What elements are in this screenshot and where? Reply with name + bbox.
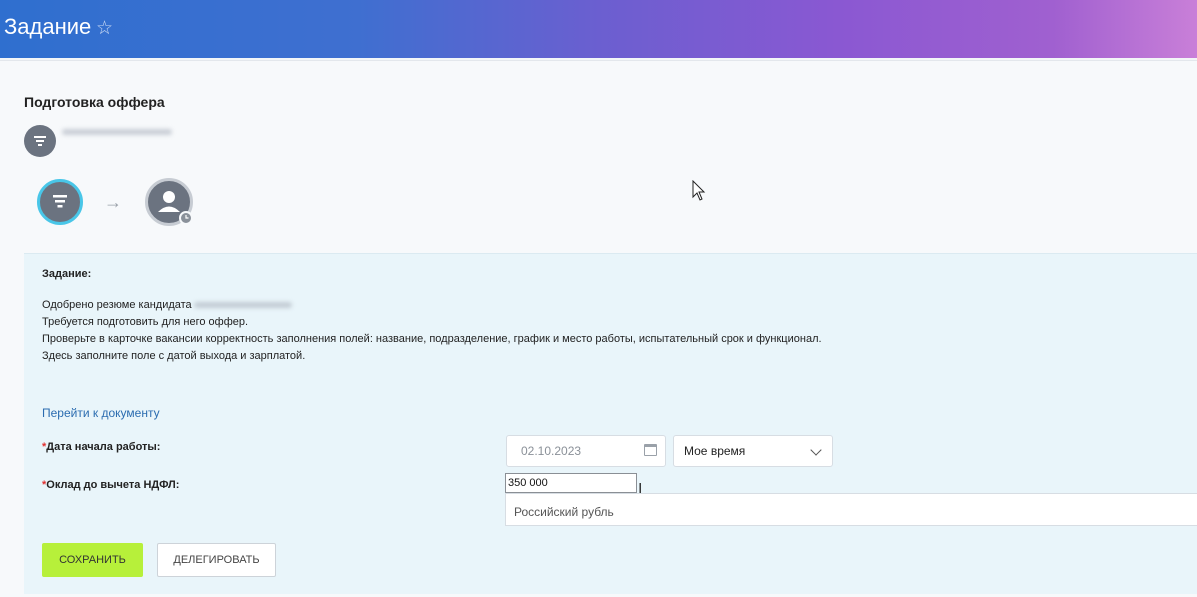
save-button[interactable]: СОХРАНИТЬ (42, 543, 143, 577)
workflow-step-active[interactable] (37, 179, 83, 225)
task-label: Задание: (42, 268, 92, 280)
salary-label: *Оклад до вычета НДФЛ: (42, 479, 179, 491)
go-to-document-link[interactable]: Перейти к документу (42, 406, 160, 420)
timezone-select[interactable]: Мое время (673, 435, 833, 467)
start-date-label-text: Дата начала работы: (46, 441, 161, 453)
start-date-input[interactable]: 02.10.2023 (506, 435, 666, 467)
salary-input[interactable]: 350 000 (505, 473, 637, 493)
currency-field[interactable]: Российский рубль (505, 493, 1197, 526)
task-title: Подготовка оффера (24, 94, 165, 110)
mouse-pointer-icon (692, 180, 706, 201)
calendar-icon[interactable] (644, 444, 657, 456)
task-line-1: Одобрено резюме кандидата (42, 297, 822, 314)
filter-list-icon (24, 125, 56, 157)
start-date-label: *Дата начала работы: (42, 441, 160, 453)
arrow-right-icon: → (104, 192, 122, 212)
star-outline-icon[interactable]: ☆ (96, 17, 113, 40)
owner-name (62, 129, 172, 135)
delegate-button[interactable]: ДЕЛЕГИРОВАТЬ (157, 543, 276, 577)
task-line-2: Требуется подготовить для него оффер. (42, 316, 249, 328)
task-line-1-text: Одобрено резюме кандидата (42, 299, 192, 311)
task-line-4: Здесь заполните поле с датой выхода и за… (42, 350, 306, 362)
task-description: Одобрено резюме кандидата Требуется подг… (42, 297, 822, 365)
task-line-3: Проверьте в карточке вакансии корректнос… (42, 333, 822, 345)
header-bar: Задание ☆ (0, 0, 1197, 58)
filter-list-icon (53, 195, 67, 208)
salary-label-text: Оклад до вычета НДФЛ: (46, 479, 180, 491)
candidate-name (193, 302, 292, 309)
page-header-title: Задание (4, 14, 92, 39)
clock-icon (179, 211, 193, 225)
